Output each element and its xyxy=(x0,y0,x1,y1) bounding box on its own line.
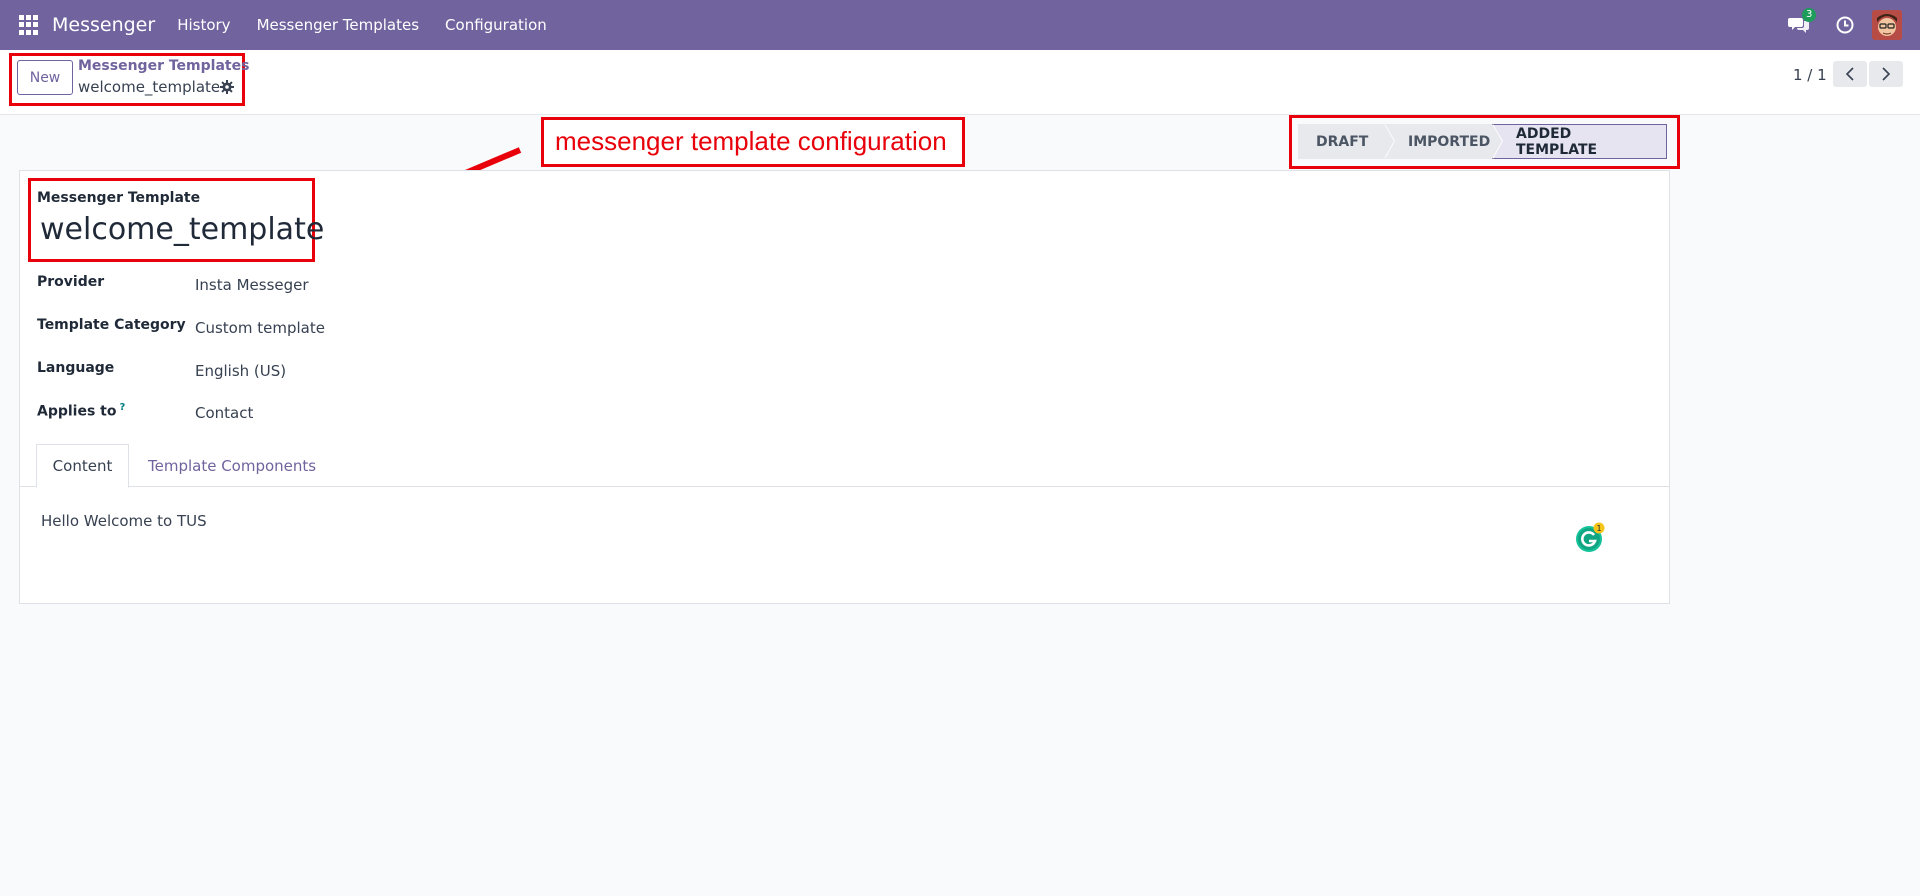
chat-count-badge: 3 xyxy=(1802,8,1817,22)
language-value[interactable]: English (US) xyxy=(195,362,286,380)
chevron-right-icon xyxy=(1882,67,1891,81)
nav-item-history[interactable]: History xyxy=(177,16,230,34)
pager-value[interactable]: 1 / 1 xyxy=(1793,66,1827,84)
activity-clock-icon[interactable] xyxy=(1836,16,1854,34)
stage-draft-label: DRAFT xyxy=(1316,133,1369,150)
title-field-label: Messenger Template xyxy=(37,190,201,206)
breadcrumb-parent-link[interactable]: Messenger Templates xyxy=(78,58,249,74)
stage-imported[interactable]: IMPORTED xyxy=(1384,124,1503,159)
template-category-label: Template Category xyxy=(37,317,186,333)
grammarly-icon[interactable]: 1 xyxy=(1574,522,1605,552)
applies-to-label: Applies to xyxy=(37,403,117,420)
pager-previous-button[interactable] xyxy=(1833,61,1867,87)
gear-icon[interactable] xyxy=(220,80,234,94)
annotation-callout-text: messenger template configuration xyxy=(555,126,947,156)
chat-icon[interactable]: 3 xyxy=(1788,8,1817,35)
breadcrumb-current: welcome_template xyxy=(78,78,221,96)
template-category-value[interactable]: Custom template xyxy=(195,319,325,337)
content-editor-text[interactable]: Hello Welcome to TUS xyxy=(41,512,207,530)
top-navbar: Messenger History Messenger Templates Co… xyxy=(0,0,1920,50)
nav-item-configuration[interactable]: Configuration xyxy=(445,16,547,34)
stage-draft[interactable]: DRAFT xyxy=(1298,124,1395,159)
provider-value[interactable]: Insta Messeger xyxy=(195,276,309,294)
new-button[interactable]: New xyxy=(17,60,73,95)
nav-item-messenger-templates[interactable]: Messenger Templates xyxy=(257,16,419,34)
stage-added-template-label: ADDED TEMPLATE xyxy=(1516,125,1598,158)
pager-next-button[interactable] xyxy=(1869,61,1903,87)
apps-grid-icon[interactable] xyxy=(19,15,39,35)
status-bar: DRAFT IMPORTED ADDED TEMPLATE xyxy=(1298,124,1667,159)
grammarly-badge-count: 1 xyxy=(1596,524,1601,533)
applies-to-value[interactable]: Contact xyxy=(195,404,253,422)
tab-template-components[interactable]: Template Components xyxy=(148,444,316,488)
app-brand[interactable]: Messenger xyxy=(52,14,155,36)
help-tooltip-icon[interactable]: ? xyxy=(120,402,126,413)
control-panel: New Messenger Templates welcome_template… xyxy=(0,50,1920,115)
user-avatar[interactable] xyxy=(1872,10,1902,40)
chevron-left-icon xyxy=(1845,67,1854,81)
navbar-systray: 3 xyxy=(1788,0,1920,50)
tab-content[interactable]: Content xyxy=(36,444,129,488)
notebook-tabs: Content Template Components xyxy=(19,444,1669,488)
language-label: Language xyxy=(37,360,115,376)
provider-label: Provider xyxy=(37,274,105,290)
stage-imported-label: IMPORTED xyxy=(1408,133,1491,150)
applies-to-label-wrap: Applies to? xyxy=(37,402,125,420)
stage-added-template[interactable]: ADDED TEMPLATE xyxy=(1492,124,1667,159)
title-field-input[interactable]: welcome_template xyxy=(40,212,324,247)
